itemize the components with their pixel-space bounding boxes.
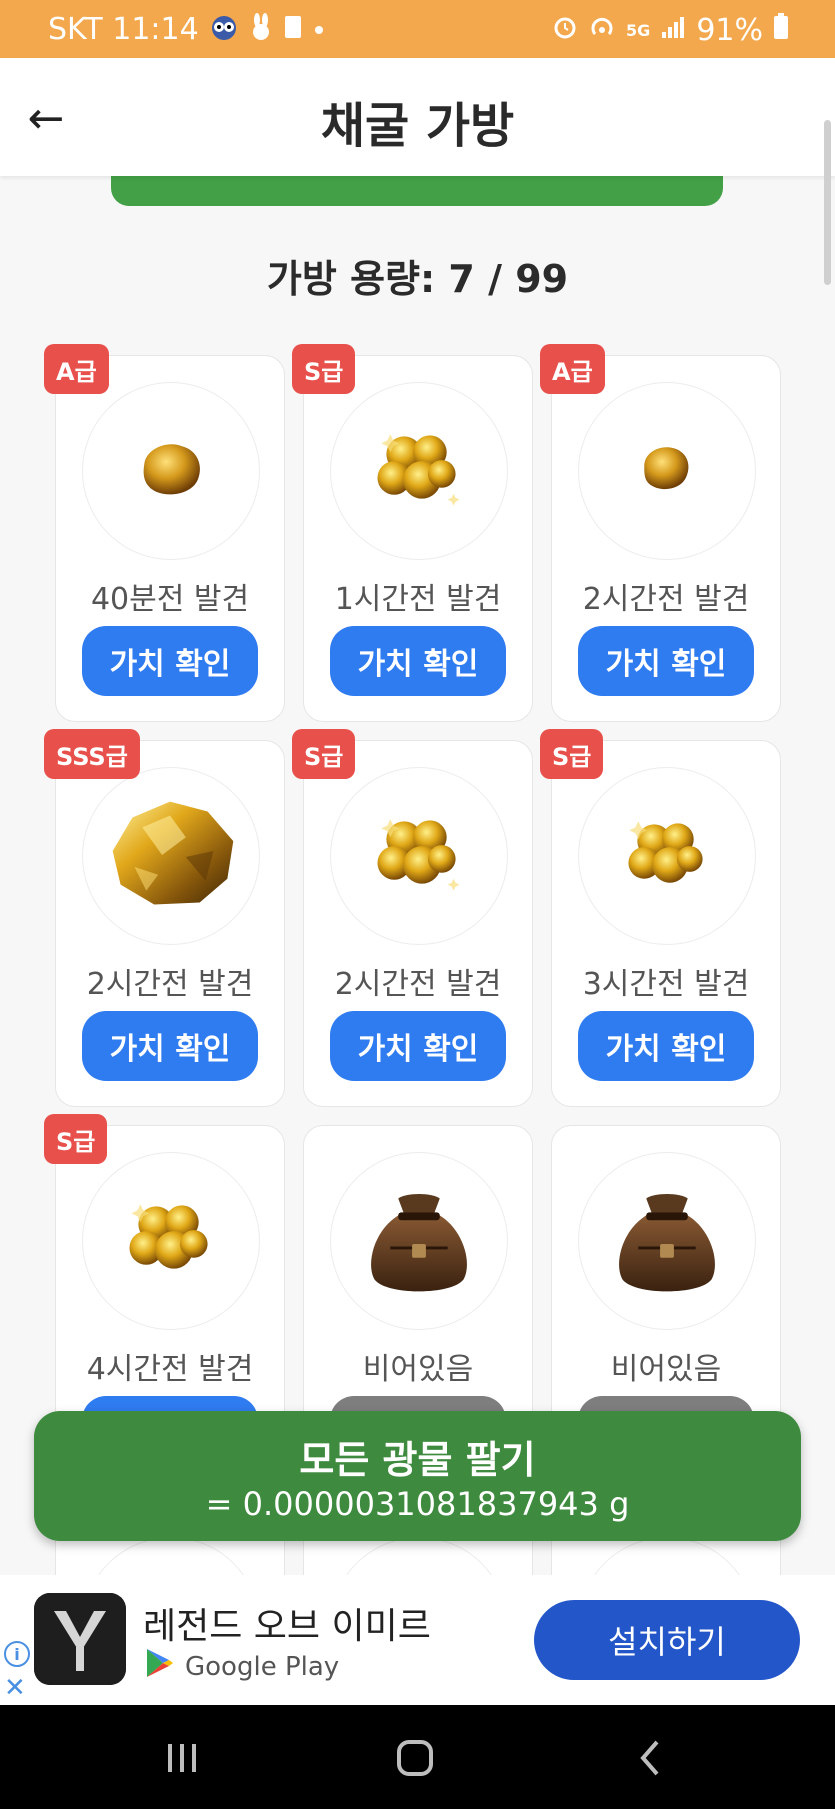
home-icon[interactable] (385, 1735, 445, 1781)
mineral-card: 40분전 발견 가치 확인 A급 (44, 344, 285, 722)
ad-title: 레전드 오브 이미르 (143, 1606, 431, 1647)
gold-cluster-icon (330, 382, 508, 560)
mineral-card: 3시간전 발견 가치 확인 S급 (540, 729, 781, 1107)
ad-store: Google Play (145, 1647, 339, 1686)
check-value-button[interactable]: 가치 확인 (578, 626, 754, 696)
found-time: 1시간전 발견 (334, 582, 502, 617)
network-label: 5G (626, 20, 651, 40)
grade-badge: S급 (292, 729, 356, 779)
leather-pouch-icon (330, 1152, 508, 1330)
empty-label: 비어있음 (362, 1352, 474, 1387)
bag-capacity: 가방 용량: 7 / 99 (266, 257, 569, 301)
status-bar: SKT 11:14 5G 91% (0, 0, 835, 58)
store-name: Google Play (185, 1651, 340, 1682)
sell-all-label: 모든 광물 팔기 (299, 1438, 536, 1482)
install-button[interactable]: 설치하기 (534, 1600, 800, 1680)
check-value-button[interactable]: 가치 확인 (578, 1011, 754, 1081)
owl-app-icon (209, 13, 239, 47)
scrollbar[interactable] (824, 120, 831, 285)
grade-badge: S급 (292, 344, 356, 394)
sell-all-button[interactable]: 모든 광물 팔기 = 0.0000031081837943 g (34, 1411, 801, 1541)
gold-cluster-icon (330, 767, 508, 945)
alarm-icon (552, 13, 578, 48)
found-time: 40분전 발견 (90, 582, 250, 617)
signal-icon (660, 13, 686, 48)
recent-apps-icon[interactable] (152, 1735, 212, 1781)
mineral-card: 1시간전 발견 가치 확인 S급 (292, 344, 533, 722)
game-app-icon[interactable] (34, 1593, 126, 1685)
google-play-icon (145, 1647, 175, 1686)
gold-cluster-icon (578, 767, 756, 945)
leather-pouch-icon (578, 1152, 756, 1330)
check-value-button[interactable]: 가치 확인 (82, 1011, 258, 1081)
rabbit-app-icon (249, 12, 273, 47)
gold-nugget-small-icon (82, 382, 260, 560)
sell-all-total: = 0.0000031081837943 g (205, 1485, 630, 1523)
gold-rock-large-icon (82, 767, 260, 945)
app-header: ← 채굴 가방 (0, 58, 835, 176)
mineral-card: 2시간전 발견 가치 확인 S급 (292, 729, 533, 1107)
carrier-time: SKT 11:14 (48, 12, 199, 47)
check-value-button[interactable]: 가치 확인 (330, 1011, 506, 1081)
found-time: 2시간전 발견 (86, 967, 254, 1002)
gold-cluster-icon (82, 1152, 260, 1330)
ad-banner[interactable]: i ✕ 레전드 오브 이미르 Google Play 설치하기 (0, 1575, 835, 1705)
check-value-button[interactable]: 가치 확인 (330, 626, 506, 696)
top-green-button[interactable] (111, 176, 723, 206)
hotspot-icon (588, 13, 616, 48)
check-value-button[interactable]: 가치 확인 (82, 626, 258, 696)
item-image (82, 1537, 260, 1575)
grade-badge: SSS급 (44, 729, 140, 779)
mineral-card: 2시간전 발견 가치 확인 A급 (540, 344, 781, 722)
gold-nugget-small-icon (578, 382, 756, 560)
grade-badge: A급 (540, 344, 605, 394)
empty-label: 비어있음 (610, 1352, 722, 1387)
battery-icon (773, 12, 789, 48)
grade-badge: S급 (44, 1114, 108, 1164)
item-image (330, 1537, 508, 1575)
bag-content: 가방 용량: 7 / 99 40분전 발견 가치 확인 A급 1시간전 발견 가… (0, 176, 835, 1575)
found-time: 3시간전 발견 (582, 967, 750, 1002)
grade-badge: A급 (44, 344, 109, 394)
dot-icon (313, 17, 325, 42)
grade-badge: S급 (540, 729, 604, 779)
found-time: 2시간전 발견 (582, 582, 750, 617)
system-nav-bar (0, 1705, 835, 1809)
found-time: 2시간전 발견 (334, 967, 502, 1002)
battery-percent: 91% (696, 12, 763, 48)
ad-close-icon[interactable]: ✕ (4, 1673, 26, 1703)
item-image (578, 1537, 756, 1575)
mineral-card: 2시간전 발견 가치 확인 SSS급 (44, 729, 285, 1107)
back-nav-icon[interactable] (620, 1735, 680, 1781)
found-time: 4시간전 발견 (86, 1352, 254, 1387)
sim-icon (283, 14, 303, 46)
ad-info-icon[interactable]: i (4, 1641, 30, 1667)
page-title: 채굴 가방 (320, 98, 515, 154)
